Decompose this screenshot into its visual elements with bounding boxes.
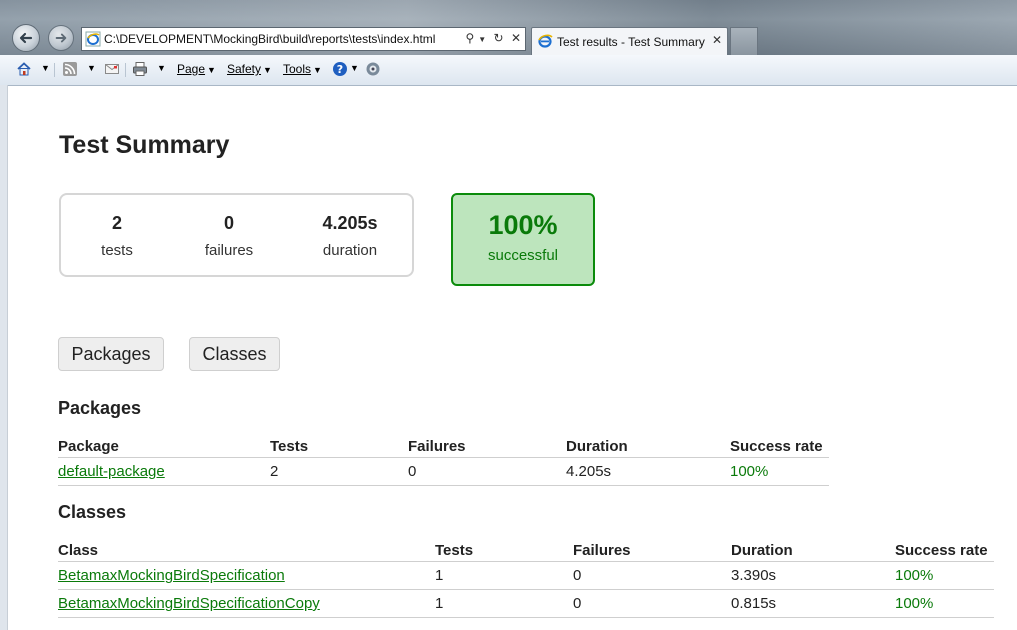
- page-title: Test Summary: [59, 131, 230, 159]
- column-header: Success rate: [730, 431, 829, 458]
- forward-arrow-icon: [55, 33, 67, 43]
- browser-title-bar: C:\DEVELOPMENT\MockingBird\build\reports…: [0, 0, 1017, 55]
- tests-label: tests: [101, 242, 133, 259]
- duration-value: 4.205s: [322, 213, 378, 233]
- classes-heading: Classes: [58, 502, 127, 522]
- success-rate-cell: 100%: [895, 589, 994, 618]
- table-row: BetamaxMockingBirdSpecificationCopy 1 0 …: [58, 589, 994, 618]
- classes-table: Class Tests Failures Duration Success ra…: [58, 535, 994, 618]
- command-bar: ▼ ▼ ▼ Page ▼ Safety ▼ Tools ▼ ? ▼: [0, 55, 1017, 86]
- mail-icon[interactable]: [104, 61, 120, 77]
- column-header: Class: [58, 535, 435, 562]
- window-left-edge: [0, 85, 8, 630]
- svg-text:?: ?: [337, 63, 343, 76]
- tab-packages[interactable]: Packages: [58, 337, 164, 371]
- tab-title: Test results - Test Summary: [557, 35, 705, 49]
- back-button[interactable]: [12, 24, 40, 52]
- address-url[interactable]: C:\DEVELOPMENT\MockingBird\build\reports…: [104, 32, 435, 46]
- tab-classes[interactable]: Classes: [189, 337, 280, 371]
- duration-cell: 0.815s: [731, 589, 895, 618]
- ie-tab-icon: [538, 34, 553, 48]
- failures-counter: 0 failures: [189, 213, 269, 259]
- failures-count: 0: [223, 213, 234, 233]
- column-header: Tests: [270, 431, 408, 458]
- tests-count: 2: [111, 213, 122, 233]
- table-header-row: Class Tests Failures Duration Success ra…: [58, 535, 994, 562]
- class-link[interactable]: BetamaxMockingBirdSpecification: [58, 567, 285, 584]
- back-arrow-icon: [19, 32, 33, 44]
- safety-menu-label: Safety: [227, 62, 262, 76]
- toolbar-separator: [54, 63, 55, 77]
- tests-cell: 1: [435, 561, 573, 590]
- tests-counter: 2 tests: [87, 213, 147, 259]
- success-rate-label: successful: [487, 247, 559, 264]
- failures-cell: 0: [408, 457, 566, 486]
- package-name-cell: default-package: [58, 457, 270, 486]
- ie-page-icon: [85, 31, 101, 47]
- success-rate-cell: 100%: [895, 561, 994, 590]
- tests-cell: 1: [435, 589, 573, 618]
- feeds-icon[interactable]: [62, 61, 78, 77]
- table-header-row: Package Tests Failures Duration Success …: [58, 431, 829, 458]
- column-header: Duration: [566, 431, 730, 458]
- search-icon[interactable]: ⚲: [465, 31, 474, 45]
- address-bar[interactable]: C:\DEVELOPMENT\MockingBird\build\reports…: [81, 27, 526, 51]
- column-header: Success rate: [895, 535, 994, 562]
- class-name-cell: BetamaxMockingBirdSpecificationCopy: [58, 589, 435, 618]
- column-header: Package: [58, 431, 270, 458]
- home-icon[interactable]: [16, 61, 32, 77]
- failures-cell: 0: [573, 561, 731, 590]
- tools-menu-caret-icon: ▼: [313, 65, 322, 75]
- duration-counter: 4.205s duration: [305, 213, 395, 259]
- page-menu-label: Page: [177, 62, 206, 76]
- success-rate-value: 100%: [488, 210, 558, 240]
- safety-menu[interactable]: Safety ▼: [227, 62, 272, 76]
- column-header: Duration: [731, 535, 895, 562]
- class-name-cell: BetamaxMockingBirdSpecification: [58, 561, 435, 590]
- failures-label: failures: [204, 242, 254, 259]
- safety-menu-caret-icon: ▼: [263, 65, 272, 75]
- stop-icon[interactable]: ✕: [511, 31, 521, 45]
- class-link[interactable]: BetamaxMockingBirdSpecificationCopy: [58, 595, 320, 612]
- table-row: default-package 2 0 4.205s 100%: [58, 457, 829, 486]
- tools-menu-label: Tools: [283, 62, 312, 76]
- dropdown-caret-icon[interactable]: ▼: [478, 35, 486, 44]
- column-header: Failures: [573, 535, 731, 562]
- tests-cell: 2: [270, 457, 408, 486]
- page-menu[interactable]: Page ▼: [177, 62, 216, 76]
- duration-cell: 4.205s: [566, 457, 730, 486]
- page-menu-caret-icon: ▼: [207, 65, 216, 75]
- duration-label: duration: [322, 242, 378, 259]
- column-header: Tests: [435, 535, 573, 562]
- help-icon[interactable]: ?: [332, 61, 348, 77]
- summary-counters: 2 tests 0 failures 4.205s duration: [59, 193, 414, 277]
- help-dropdown-caret-icon[interactable]: ▼: [350, 63, 359, 73]
- refresh-icon[interactable]: ↻: [494, 31, 504, 45]
- success-rate-box: 100% successful: [451, 193, 595, 286]
- print-dropdown-caret-icon[interactable]: ▼: [157, 63, 166, 73]
- package-link[interactable]: default-package: [58, 463, 165, 480]
- tools-menu[interactable]: Tools ▼: [283, 62, 322, 76]
- research-icon[interactable]: [365, 61, 381, 77]
- packages-table: Package Tests Failures Duration Success …: [58, 431, 829, 486]
- feeds-dropdown-caret-icon[interactable]: ▼: [87, 63, 96, 73]
- toolbar-separator: [125, 63, 126, 77]
- forward-button[interactable]: [48, 25, 74, 51]
- packages-heading: Packages: [58, 398, 142, 418]
- home-dropdown-caret-icon[interactable]: ▼: [41, 63, 50, 73]
- failures-cell: 0: [573, 589, 731, 618]
- table-row: BetamaxMockingBirdSpecification 1 0 3.39…: [58, 561, 994, 590]
- duration-cell: 3.390s: [731, 561, 895, 590]
- success-rate-cell: 100%: [730, 457, 829, 486]
- close-tab-icon[interactable]: ✕: [712, 33, 722, 47]
- column-header: Failures: [408, 431, 566, 458]
- new-tab-button[interactable]: [730, 27, 758, 55]
- address-tools: ⚲ ▼ ↻ ✕: [461, 31, 521, 45]
- browser-tab[interactable]: Test results - Test Summary ✕: [531, 27, 728, 55]
- print-icon[interactable]: [132, 61, 148, 77]
